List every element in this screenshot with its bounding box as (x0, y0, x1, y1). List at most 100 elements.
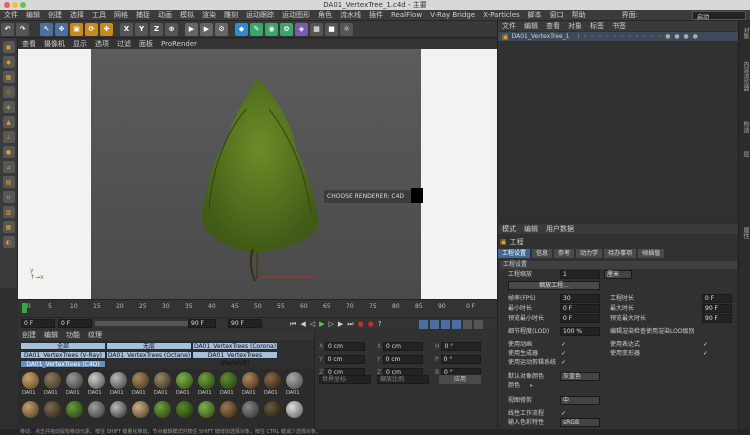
layer-tag-all[interactable]: 全部 (20, 342, 106, 350)
position-x-field[interactable]: 0 cm (325, 342, 366, 351)
material-thumbnail[interactable] (176, 372, 193, 389)
rotate-tool-icon[interactable]: ⟳ (85, 22, 98, 36)
menu-item[interactable]: V-Ray Bridge (426, 10, 479, 21)
material-thumbnail[interactable] (198, 372, 215, 389)
workplane-icon[interactable]: ▤ (2, 176, 15, 188)
size-x-field[interactable]: 0 cm (383, 342, 424, 351)
scale-field[interactable]: 1 (560, 270, 600, 279)
timeline-window-icon[interactable] (474, 319, 483, 329)
dock-tab-structure[interactable]: 构造 (740, 121, 750, 133)
layout-select[interactable]: 启动 (692, 11, 746, 21)
material-thumbnail[interactable] (154, 372, 171, 389)
tab-dynamics[interactable]: 动力学 (576, 248, 603, 258)
y-axis-icon[interactable]: Y (135, 22, 148, 36)
start-frame-field[interactable]: 0 F (21, 319, 55, 328)
material-thumbnail[interactable] (44, 401, 61, 418)
material-thumbnail[interactable] (154, 401, 171, 418)
dock-tab-layers[interactable]: 层 (740, 151, 750, 157)
points-mode-icon[interactable]: ◇ (2, 86, 15, 98)
input-color-select[interactable]: sRGB (560, 418, 600, 427)
menu-item[interactable]: 动画 (154, 10, 176, 21)
dock-tab-attributes[interactable]: 属性 (740, 227, 750, 239)
menu-item[interactable]: 流水线 (336, 10, 365, 21)
polygons-mode-icon[interactable]: ▲ (2, 116, 15, 128)
menu-item[interactable]: X-Particles (479, 10, 523, 21)
object-tags-icon[interactable]: ⁞ ◦ ◦ ◦ ◦ ◦ ◦ ◦ ◦ ◦ ◦ ◦ ● ● ● ● (577, 33, 698, 40)
tweak-mode-icon[interactable]: ● (2, 146, 15, 158)
object-menu-item[interactable]: 文件 (498, 21, 520, 31)
material-thumbnail[interactable] (66, 372, 83, 389)
close-window-icon[interactable] (4, 2, 10, 8)
key-rotation-icon[interactable] (441, 319, 450, 329)
material-menu-item[interactable]: 创建 (18, 330, 40, 340)
object-menu-item[interactable]: 对象 (564, 21, 586, 31)
sculpt-icon[interactable]: ◐ (2, 236, 15, 248)
tab-interpolation[interactable]: 帧插值 (638, 248, 665, 258)
object-menu-item[interactable]: 查看 (542, 21, 564, 31)
menu-item[interactable]: 模拟 (176, 10, 198, 21)
material-thumbnail[interactable] (264, 372, 281, 389)
use-deformers-checkbox[interactable]: ✓ (702, 350, 709, 357)
snap-icon[interactable]: ⊿ (2, 161, 15, 173)
minimize-window-icon[interactable] (12, 2, 18, 8)
axis-mode-icon[interactable]: ⊥ (2, 131, 15, 143)
subdivision-icon[interactable]: ◉ (265, 22, 278, 36)
material-thumbnail[interactable] (220, 372, 237, 389)
prev-key-icon[interactable]: ◀ (298, 320, 307, 328)
menu-item[interactable]: 创建 (44, 10, 66, 21)
keyframe-selection-icon[interactable]: ? (376, 320, 384, 328)
material-thumbnail[interactable] (286, 372, 303, 389)
array-icon[interactable]: ✿ (280, 22, 293, 36)
attr-menu-item[interactable]: 用户数据 (542, 224, 578, 234)
undo-icon[interactable]: ↶ (1, 22, 14, 36)
coordinate-mode-select[interactable]: 世界坐标 (319, 375, 371, 384)
default-color-select[interactable]: 灰蓝色 (560, 372, 600, 381)
autokey-icon[interactable]: ● (366, 320, 376, 328)
material-thumbnail[interactable] (88, 401, 105, 418)
material-thumbnail[interactable] (286, 401, 303, 418)
viewport-menu-item[interactable]: ProRender (157, 39, 201, 49)
min-time-field[interactable]: 0 F (560, 304, 600, 313)
make-editable-icon[interactable]: ▣ (2, 41, 15, 53)
dock-tab-objects[interactable]: 对象 (740, 27, 750, 39)
x-axis-icon[interactable]: X (120, 22, 133, 36)
material-menu-item[interactable]: 编辑 (40, 330, 62, 340)
position-y-field[interactable]: 0 cm (324, 355, 365, 364)
key-scale-icon[interactable] (430, 319, 439, 329)
tab-todo[interactable]: 待办事项 (604, 248, 637, 258)
timeline-ruler[interactable]: 0 5 10 15 20 25 30 35 40 45 50 55 60 65 … (18, 299, 497, 317)
menu-item[interactable]: 网格 (110, 10, 132, 21)
rotation-p-field[interactable]: 0 ° (440, 355, 481, 364)
size-y-field[interactable]: 0 cm (382, 355, 423, 364)
zoom-window-icon[interactable] (20, 2, 26, 8)
menu-item[interactable]: 角色 (314, 10, 336, 21)
project-time-field[interactable]: 0 F (702, 294, 732, 303)
viewport-menu-item[interactable]: 过滤 (113, 39, 135, 49)
object-menu-item[interactable]: 书签 (608, 21, 630, 31)
viewport-menu-item[interactable]: 摄像机 (40, 39, 69, 49)
render-picture-viewer-icon[interactable]: ▶ (200, 22, 213, 36)
material-thumbnail[interactable] (176, 401, 193, 418)
viewport-menu-item[interactable]: 显示 (69, 39, 91, 49)
material-thumbnail[interactable] (264, 401, 281, 418)
menu-item[interactable]: 渲染 (198, 10, 220, 21)
menu-item[interactable]: 雕刻 (220, 10, 242, 21)
record-icon[interactable]: ● (356, 320, 366, 328)
magnet-icon[interactable]: ∪ (2, 191, 15, 203)
attr-menu-item[interactable]: 模式 (498, 224, 520, 234)
spline-pen-icon[interactable]: ✎ (250, 22, 263, 36)
range-end-field[interactable]: 90 F (188, 319, 216, 328)
use-motion-checkbox[interactable]: ✓ (560, 359, 567, 366)
material-thumbnail[interactable] (44, 372, 61, 389)
move-tool-icon[interactable]: ✥ (55, 22, 68, 36)
tab-reference[interactable]: 参考 (554, 248, 575, 258)
material-thumbnail[interactable] (110, 372, 127, 389)
layer-tag-none[interactable]: 无层 (106, 342, 192, 350)
object-row[interactable]: ▣ DA01_VertexTree_1 ⁞ ◦ ◦ ◦ ◦ ◦ ◦ ◦ ◦ ◦ … (498, 32, 739, 41)
redo-icon[interactable]: ↷ (16, 22, 29, 36)
texture-mode-icon[interactable]: ▦ (2, 71, 15, 83)
linear-workflow-checkbox[interactable]: ✓ (560, 410, 567, 417)
menu-item[interactable]: 脚本 (524, 10, 546, 21)
rotation-h-field[interactable]: 0 ° (441, 342, 482, 351)
tab-info[interactable]: 信息 (532, 248, 553, 258)
